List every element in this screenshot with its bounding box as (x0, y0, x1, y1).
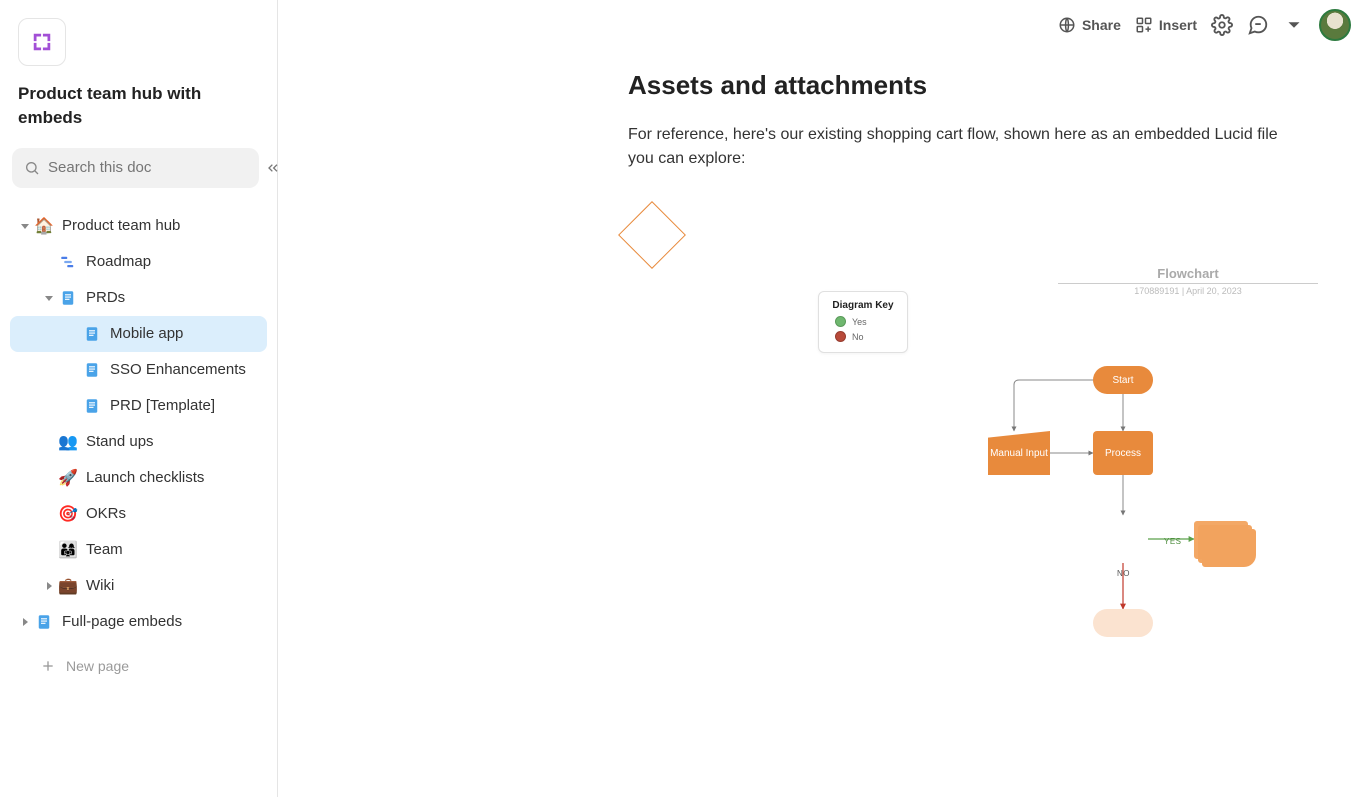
sidebar-item-label: Team (86, 541, 123, 558)
key-dot-green (835, 316, 846, 327)
page-body-text: For reference, here's our existing shopp… (628, 123, 1278, 171)
sidebar-item-stand-ups[interactable]: 👥 Stand ups (10, 424, 267, 460)
page-tree: 🏠 Product team hub Roadmap PRDs Mobile app SS… (10, 202, 267, 640)
sidebar-item-prd-template[interactable]: PRD [Template] (10, 388, 267, 424)
sidebar-item-label: Wiki (86, 577, 114, 594)
sidebar-item-mobile-app[interactable]: Mobile app (10, 316, 267, 352)
flow-node-manual-input: Manual Input (988, 431, 1050, 475)
flow-node-start: Start (1093, 366, 1153, 394)
plus-icon (40, 658, 56, 674)
sidebar-item-label: Mobile app (110, 325, 183, 342)
key-dot-red (835, 331, 846, 342)
key-no-label: No (852, 332, 864, 342)
diagram-key-card: Diagram Key Yes No (818, 291, 908, 353)
share-button[interactable]: Share (1058, 16, 1121, 34)
emoji-icon: 💼 (58, 576, 78, 596)
sidebar-item-launch-checklists[interactable]: 🚀 Launch checklists (10, 460, 267, 496)
flowchart-header: Flowchart 170889191 | April 20, 2023 (1058, 266, 1318, 296)
sidebar-item-team[interactable]: 👨‍👩‍👧 Team (10, 532, 267, 568)
more-menu-button[interactable] (1283, 14, 1305, 36)
sidebar-item-roadmap[interactable]: Roadmap (10, 244, 267, 280)
page-icon (82, 324, 102, 344)
sidebar-item-sso-enhancements[interactable]: SSO Enhancements (10, 352, 267, 388)
caret-down-icon (16, 217, 34, 235)
emoji-icon: 🏠 (34, 216, 54, 236)
flowchart-subtitle: 170889191 | April 20, 2023 (1058, 283, 1318, 296)
flow-node-terminal (1093, 609, 1153, 637)
logo-icon (31, 31, 53, 53)
globe-icon (1058, 16, 1076, 34)
topbar: Share Insert (1040, 0, 1369, 50)
sidebar-item-full-page-embeds[interactable]: Full-page embeds (10, 604, 267, 640)
caret-right-icon (16, 613, 34, 631)
emoji-icon: 👥 (58, 432, 78, 452)
sidebar-item-label: Product team hub (62, 217, 180, 234)
chevron-down-icon (1283, 14, 1305, 36)
avatar[interactable] (1319, 9, 1351, 41)
sidebar-item-label: Stand ups (86, 433, 154, 450)
grid-plus-icon (1135, 16, 1153, 34)
share-label: Share (1082, 17, 1121, 33)
page-icon (82, 360, 102, 380)
settings-button[interactable] (1211, 14, 1233, 36)
app-logo[interactable] (18, 18, 66, 66)
flow-node-decision (618, 201, 686, 269)
sidebar-item-label: Full-page embeds (62, 613, 182, 630)
main-area: Share Insert (278, 0, 1369, 797)
new-page-button[interactable]: New page (10, 648, 267, 684)
emoji-icon: 🚀 (58, 468, 78, 488)
sidebar-item-okrs[interactable]: 🎯 OKRs (10, 496, 267, 532)
emoji-icon: 👨‍👩‍👧 (58, 540, 78, 560)
flow-node-document-stack (1194, 521, 1254, 565)
page-heading: Assets and attachments (628, 70, 1278, 101)
page-icon (58, 288, 78, 308)
insert-label: Insert (1159, 17, 1197, 33)
sidebar: Product team hub with embeds 🏠 Product te… (0, 0, 278, 797)
search-icon (24, 160, 40, 176)
sidebar-item-label: Roadmap (86, 253, 151, 270)
roadmap-icon (58, 252, 78, 272)
lucid-embed[interactable]: Flowchart 170889191 | April 20, 2023 Dia… (628, 211, 1369, 671)
page-content: Assets and attachments For reference, he… (278, 0, 1278, 671)
sidebar-item-label: OKRs (86, 505, 126, 522)
insert-button[interactable]: Insert (1135, 16, 1197, 34)
flowchart-title: Flowchart (1058, 266, 1318, 281)
emoji-icon: 🎯 (58, 504, 78, 524)
sidebar-item-prds[interactable]: PRDs (10, 280, 267, 316)
flow-edge-no-label: NO (1117, 569, 1130, 578)
sidebar-item-label: PRDs (86, 289, 125, 306)
page-icon (34, 612, 54, 632)
comments-button[interactable] (1247, 14, 1269, 36)
sidebar-item-label: Launch checklists (86, 469, 204, 486)
search-input[interactable] (12, 148, 259, 188)
flow-node-process: Process (1093, 431, 1153, 475)
comment-icon (1247, 14, 1269, 36)
sidebar-item-label: SSO Enhancements (110, 361, 246, 378)
key-yes-label: Yes (852, 317, 867, 327)
new-page-label: New page (66, 658, 129, 674)
sidebar-item-label: PRD [Template] (110, 397, 215, 414)
gear-icon (1211, 14, 1233, 36)
page-icon (82, 396, 102, 416)
caret-down-icon (40, 289, 58, 307)
sidebar-item-product-team-hub[interactable]: 🏠 Product team hub (10, 208, 267, 244)
flow-edge-yes-label: YES (1164, 537, 1182, 546)
search-field[interactable] (48, 159, 247, 176)
caret-right-icon (40, 577, 58, 595)
diagram-key-title: Diagram Key (829, 300, 897, 312)
doc-title: Product team hub with embeds (10, 82, 267, 148)
sidebar-item-wiki[interactable]: 💼 Wiki (10, 568, 267, 604)
